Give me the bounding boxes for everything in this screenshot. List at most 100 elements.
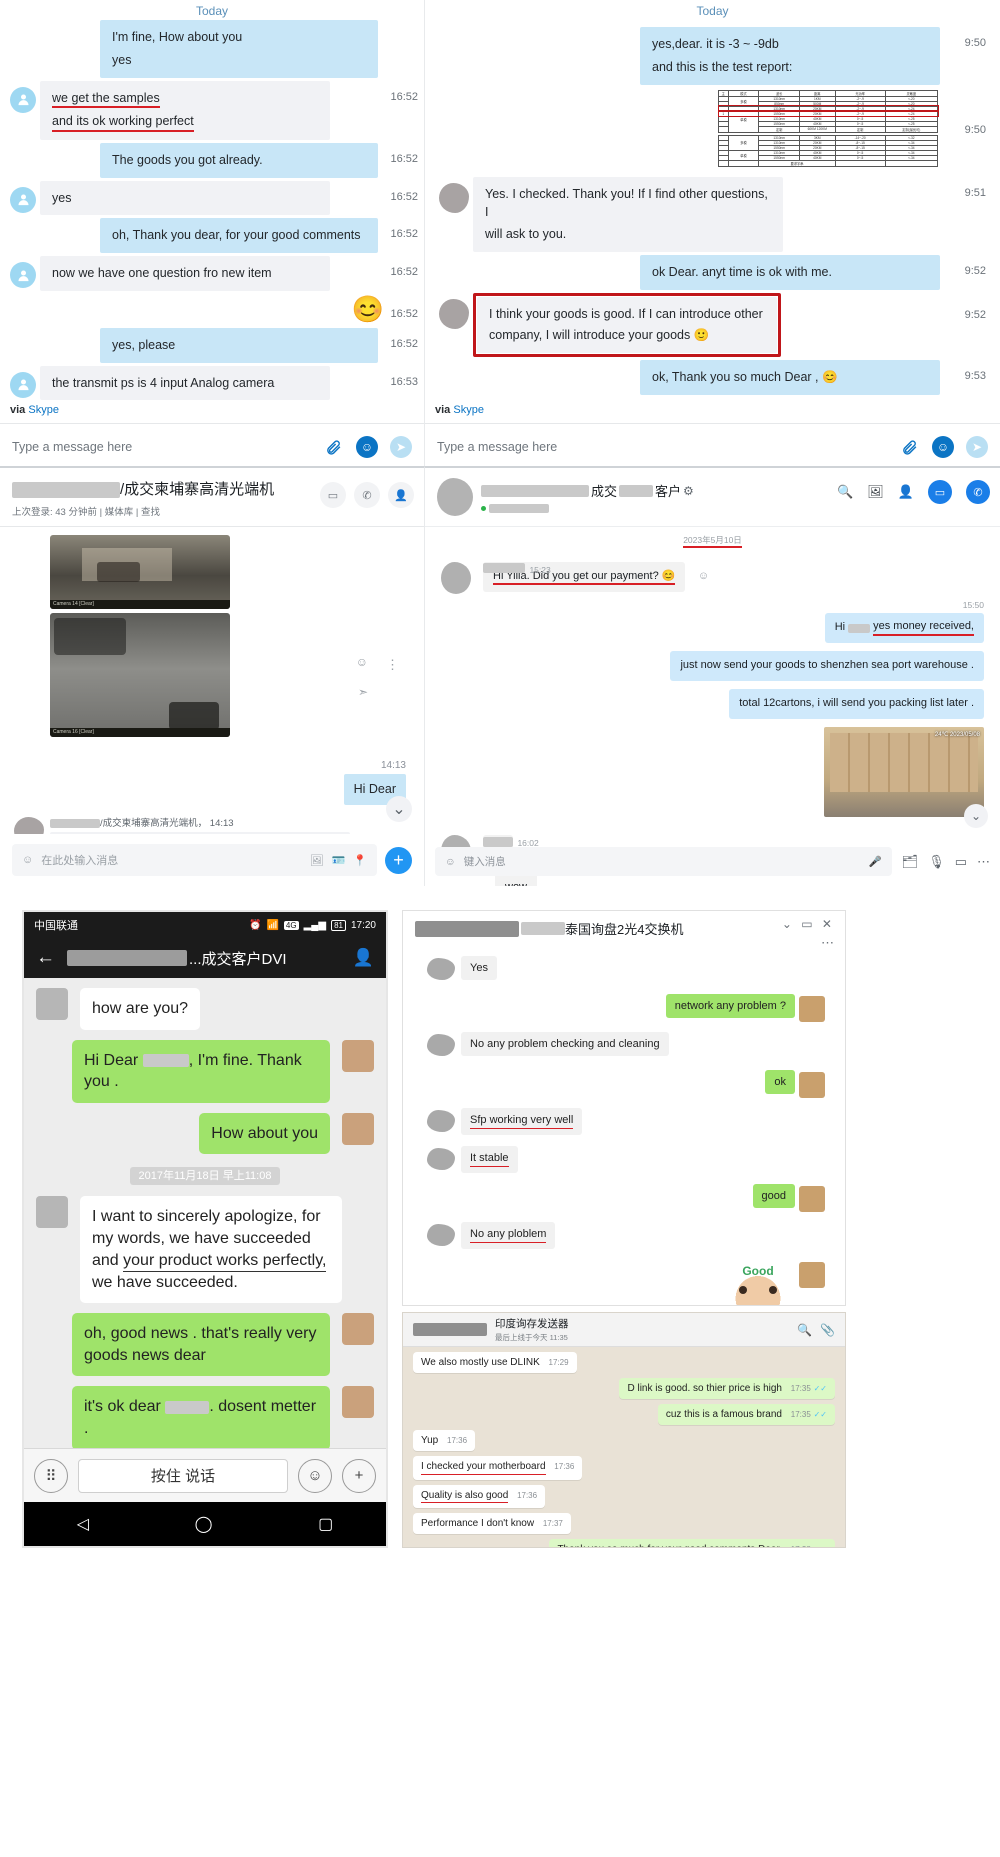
screenshot-icon[interactable]: ▭ <box>955 854 967 870</box>
message-row: I'm fine, How about you yes <box>0 20 424 78</box>
scroll-down-button[interactable]: ⌄ <box>964 804 988 828</box>
send-icon[interactable]: ➤ <box>390 436 412 458</box>
date-text: 2023年5月10日 <box>683 535 742 548</box>
test-report-image[interactable]: 主模式 波长 距离 光功率 灵敏度 多模 1310nm 1KM -2~-9 <-20 850nm… <box>716 87 940 169</box>
via-app-name[interactable]: Skype <box>453 404 484 416</box>
message-sender: /成交柬埔寨高清光端机， 14:13 <box>50 815 424 829</box>
hold-to-talk-button[interactable]: 按住 说话 <box>78 1458 288 1493</box>
redacted-name <box>165 1400 210 1414</box>
via-app-name[interactable]: Skype <box>28 404 59 416</box>
message-input[interactable]: Type a message here <box>12 440 310 454</box>
cartons-photo[interactable]: 24℃ 2023/05/08 <box>824 727 984 818</box>
forward-icon[interactable]: ➣ <box>358 685 368 699</box>
file-icon[interactable]: 🗂 <box>902 854 919 870</box>
more-icon[interactable]: ⋯ <box>977 854 990 870</box>
message-input[interactable]: ☺ 在此处输入消息 🖼 🪪 📍 <box>12 844 377 876</box>
message-timestamp: 16:52 <box>390 190 418 203</box>
message-text: Yup <box>421 1435 439 1446</box>
contact-info-icon[interactable]: 👤 <box>353 948 374 968</box>
home-icon[interactable]: ◯ <box>195 1514 213 1534</box>
video-call-icon[interactable]: ▭ <box>320 482 346 508</box>
sticker-icon[interactable]: 🖼 <box>310 854 324 867</box>
voice-call-icon[interactable]: ✆ <box>354 482 380 508</box>
message-bubble: It stable <box>461 1146 518 1173</box>
avatar <box>10 86 36 113</box>
emoji-icon[interactable]: ☺ <box>932 436 954 458</box>
mic-icon[interactable]: 🎙 <box>928 854 945 870</box>
more-icon[interactable]: ⋯ <box>821 935 835 951</box>
message-timestamp: 17:35 <box>790 1384 811 1393</box>
message-bubble: Thank you so much for your good comments… <box>549 1539 835 1547</box>
more-options-icon[interactable]: ⋮ <box>386 657 400 673</box>
message-composer[interactable]: ☺ 在此处输入消息 🖼 🪪 📍 + <box>0 834 424 886</box>
back-icon[interactable]: ◁ <box>77 1514 89 1534</box>
camera-snapshot-2[interactable]: Camera 16 [Clear] <box>50 613 230 737</box>
date-text: 2017年11月18日 早上11:08 <box>129 1167 281 1186</box>
avatar <box>439 182 469 213</box>
search-icon[interactable]: 🔍 <box>837 484 853 500</box>
settings-icon[interactable]: ⚙ <box>683 484 694 498</box>
paperclip-icon[interactable] <box>322 436 344 458</box>
message-composer[interactable]: Type a message here ☺ ➤ <box>0 424 424 466</box>
voice-icon[interactable]: 🎤 <box>869 855 882 868</box>
message-bubble: Performance I don't know 17:37 <box>413 1513 571 1534</box>
emoji-icon[interactable]: ☺ <box>298 1458 332 1493</box>
message-text-underlined: Quality is also good <box>421 1490 509 1503</box>
message-row: we get the samples and its ok working pe… <box>0 80 424 140</box>
message-timestamp: 9:52 <box>964 308 986 321</box>
message-composer[interactable]: Type a message here ☺ ➤ <box>425 424 1000 466</box>
chat-title-bar: ← ...成交客户DVI 👤 <box>24 938 386 978</box>
avatar <box>342 1112 374 1145</box>
message-timestamp: 14:13 <box>380 760 406 771</box>
reaction-icon[interactable]: ☺ <box>698 570 709 582</box>
message-bubble: ok, Thank you so much Dear , 😊 <box>640 360 940 395</box>
message-bubble: network any problem ? <box>665 994 795 1018</box>
reaction-icon[interactable]: ☺ <box>356 655 368 669</box>
emoji-icon[interactable]: ☺ <box>22 854 33 866</box>
message-timestamp: 17:36 <box>517 1490 538 1500</box>
back-icon[interactable]: ← <box>36 947 55 969</box>
message-input[interactable]: Type a message here <box>437 440 886 454</box>
message-timestamp: 17:29 <box>548 1358 569 1367</box>
camera-snapshot-1[interactable]: Camera 14 [Clear] <box>50 535 230 609</box>
message-bubble: Hi Dear , I'm fine. Thank you . <box>72 1039 330 1103</box>
recents-icon[interactable]: ▢ <box>318 1514 333 1534</box>
location-icon[interactable]: 📍 <box>353 854 367 867</box>
message-bubble: Yes <box>461 956 497 980</box>
plus-icon[interactable]: + <box>342 1458 376 1493</box>
paperclip-icon[interactable]: 📎 <box>820 1323 835 1337</box>
date-divider: 2017年11月18日 早上11:08 <box>24 1166 386 1186</box>
message-composer[interactable]: ⠿ 按住 说话 ☺ + <box>24 1448 386 1502</box>
message-text-underlined: yes money received, <box>873 620 974 637</box>
video-call-icon[interactable]: ▭ <box>928 480 952 504</box>
emoji-icon[interactable]: ☺ <box>356 436 378 458</box>
message-text: will ask to you. <box>485 227 567 241</box>
keyboard-icon[interactable]: ⠿ <box>34 1458 68 1493</box>
window-controls[interactable]: ⌄ ▭ ✕ <box>782 917 835 931</box>
search-icon[interactable]: 🔍 <box>797 1323 812 1337</box>
header-actions: 🔍 🖼 👤 ▭ ✆ <box>837 480 990 504</box>
avatar <box>10 186 36 213</box>
paperclip-icon[interactable] <box>898 436 920 458</box>
redacted-name <box>142 1053 189 1067</box>
gallery-icon[interactable]: 🖼 <box>867 484 884 500</box>
good-baby-sticker[interactable]: Good <box>721 1260 795 1305</box>
scroll-down-button[interactable]: ⌄ <box>386 796 412 822</box>
redacted-name <box>413 1323 487 1336</box>
avatar <box>342 1386 374 1419</box>
add-contact-icon[interactable]: 👤 <box>898 484 914 500</box>
add-button[interactable]: + <box>385 846 412 874</box>
message-timestamp: 16:52 <box>390 266 418 278</box>
card-icon[interactable]: 🪪 <box>332 854 346 867</box>
message-text-underlined: we get the samples <box>52 91 160 109</box>
avatar <box>10 371 36 398</box>
message-row: Performance I don't know 17:37 <box>413 1513 835 1534</box>
message-timestamp: 16:52 <box>390 337 418 350</box>
message-composer[interactable]: ☺ 键入消息 🎤 🗂 🎙 ▭ ⋯ <box>425 837 1000 886</box>
add-person-icon[interactable]: 👤 <box>388 482 414 508</box>
send-icon[interactable]: ➤ <box>966 436 988 458</box>
emoji-icon[interactable]: ☺ <box>445 856 456 868</box>
voice-call-icon[interactable]: ✆ <box>966 480 990 504</box>
message-row: 主模式 波长 距离 光功率 灵敏度 多模 1310nm 1KM -2~-9 <-20 850nm… <box>425 87 1000 174</box>
message-input[interactable]: ☺ 键入消息 🎤 <box>435 847 892 876</box>
